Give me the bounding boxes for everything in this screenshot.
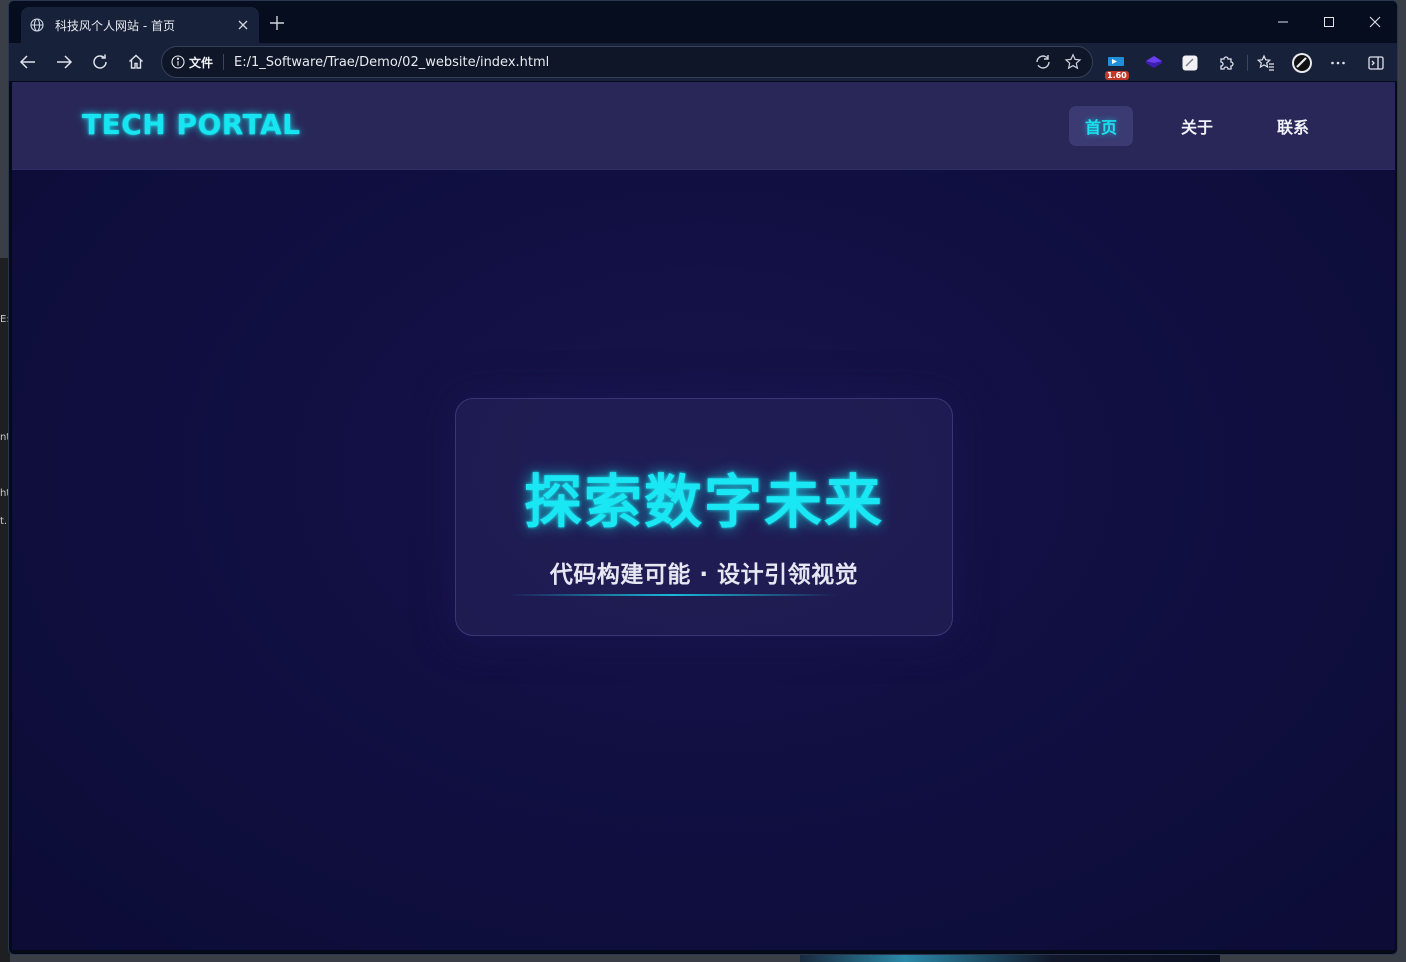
hero-underline: [508, 594, 838, 596]
info-icon[interactable]: [170, 54, 186, 70]
site-logo[interactable]: TECH PORTAL: [82, 108, 301, 141]
favorite-star-icon[interactable]: [1062, 51, 1084, 73]
globe-icon: [29, 17, 45, 33]
close-window-button[interactable]: [1355, 9, 1395, 35]
layers-extension-icon[interactable]: [1143, 52, 1165, 74]
forward-button[interactable]: [51, 50, 77, 74]
close-tab-icon[interactable]: [235, 17, 251, 33]
browser-tab[interactable]: 科技风个人网站 - 首页: [21, 7, 259, 43]
refresh-button[interactable]: [87, 50, 113, 74]
read-aloud-icon[interactable]: [1032, 51, 1054, 73]
scheme-label: 文件: [189, 55, 214, 70]
back-button[interactable]: [15, 50, 41, 74]
site-nav: 首页 关于 联系: [1068, 106, 1325, 146]
new-tab-button[interactable]: [265, 11, 289, 35]
hero-subtitle: 代码构建可能 · 设计引领视觉: [549, 562, 859, 588]
address-divider: [223, 54, 225, 70]
browser-window: 科技风个人网站 - 首页 文件 E:/1_Software/Trae/Demo/…: [8, 0, 1398, 955]
browser-toolbar: 文件 E:/1_Software/Trae/Demo/02_website/in…: [9, 43, 1397, 81]
address-bar[interactable]: 文件 E:/1_Software/Trae/Demo/02_website/in…: [161, 46, 1093, 78]
home-button[interactable]: [123, 50, 149, 74]
notes-extension-icon[interactable]: [1179, 52, 1201, 74]
title-bar: 科技风个人网站 - 首页: [9, 1, 1397, 43]
more-menu-icon[interactable]: [1327, 52, 1349, 74]
maximize-button[interactable]: [1309, 9, 1349, 35]
extensions-puzzle-icon[interactable]: [1215, 52, 1237, 74]
nav-link-contact[interactable]: 联系: [1261, 106, 1325, 146]
site-header: TECH PORTAL 首页 关于 联系: [12, 82, 1395, 170]
minimize-button[interactable]: [1263, 9, 1303, 35]
hero-title: 探索数字未来: [523, 468, 884, 536]
nav-link-about[interactable]: 关于: [1165, 106, 1229, 146]
url-input[interactable]: E:/1_Software/Trae/Demo/02_website/index…: [234, 55, 1032, 70]
page-viewport: TECH PORTAL 首页 关于 联系 探索数字未来 代码构建可能 · 设计引…: [12, 82, 1395, 950]
nav-link-home[interactable]: 首页: [1068, 106, 1133, 146]
profile-avatar[interactable]: [1291, 52, 1313, 74]
toolbar-divider: [1247, 55, 1248, 71]
tab-title: 科技风个人网站 - 首页: [55, 18, 175, 33]
sidebar-toggle-icon[interactable]: [1365, 52, 1387, 74]
speed-extension-icon[interactable]: 1.60: [1105, 52, 1129, 80]
hero-card: 探索数字未来 代码构建可能 · 设计引领视觉: [455, 398, 953, 636]
extension-badge: 1.60: [1105, 71, 1129, 80]
favorites-icon[interactable]: [1255, 52, 1277, 74]
